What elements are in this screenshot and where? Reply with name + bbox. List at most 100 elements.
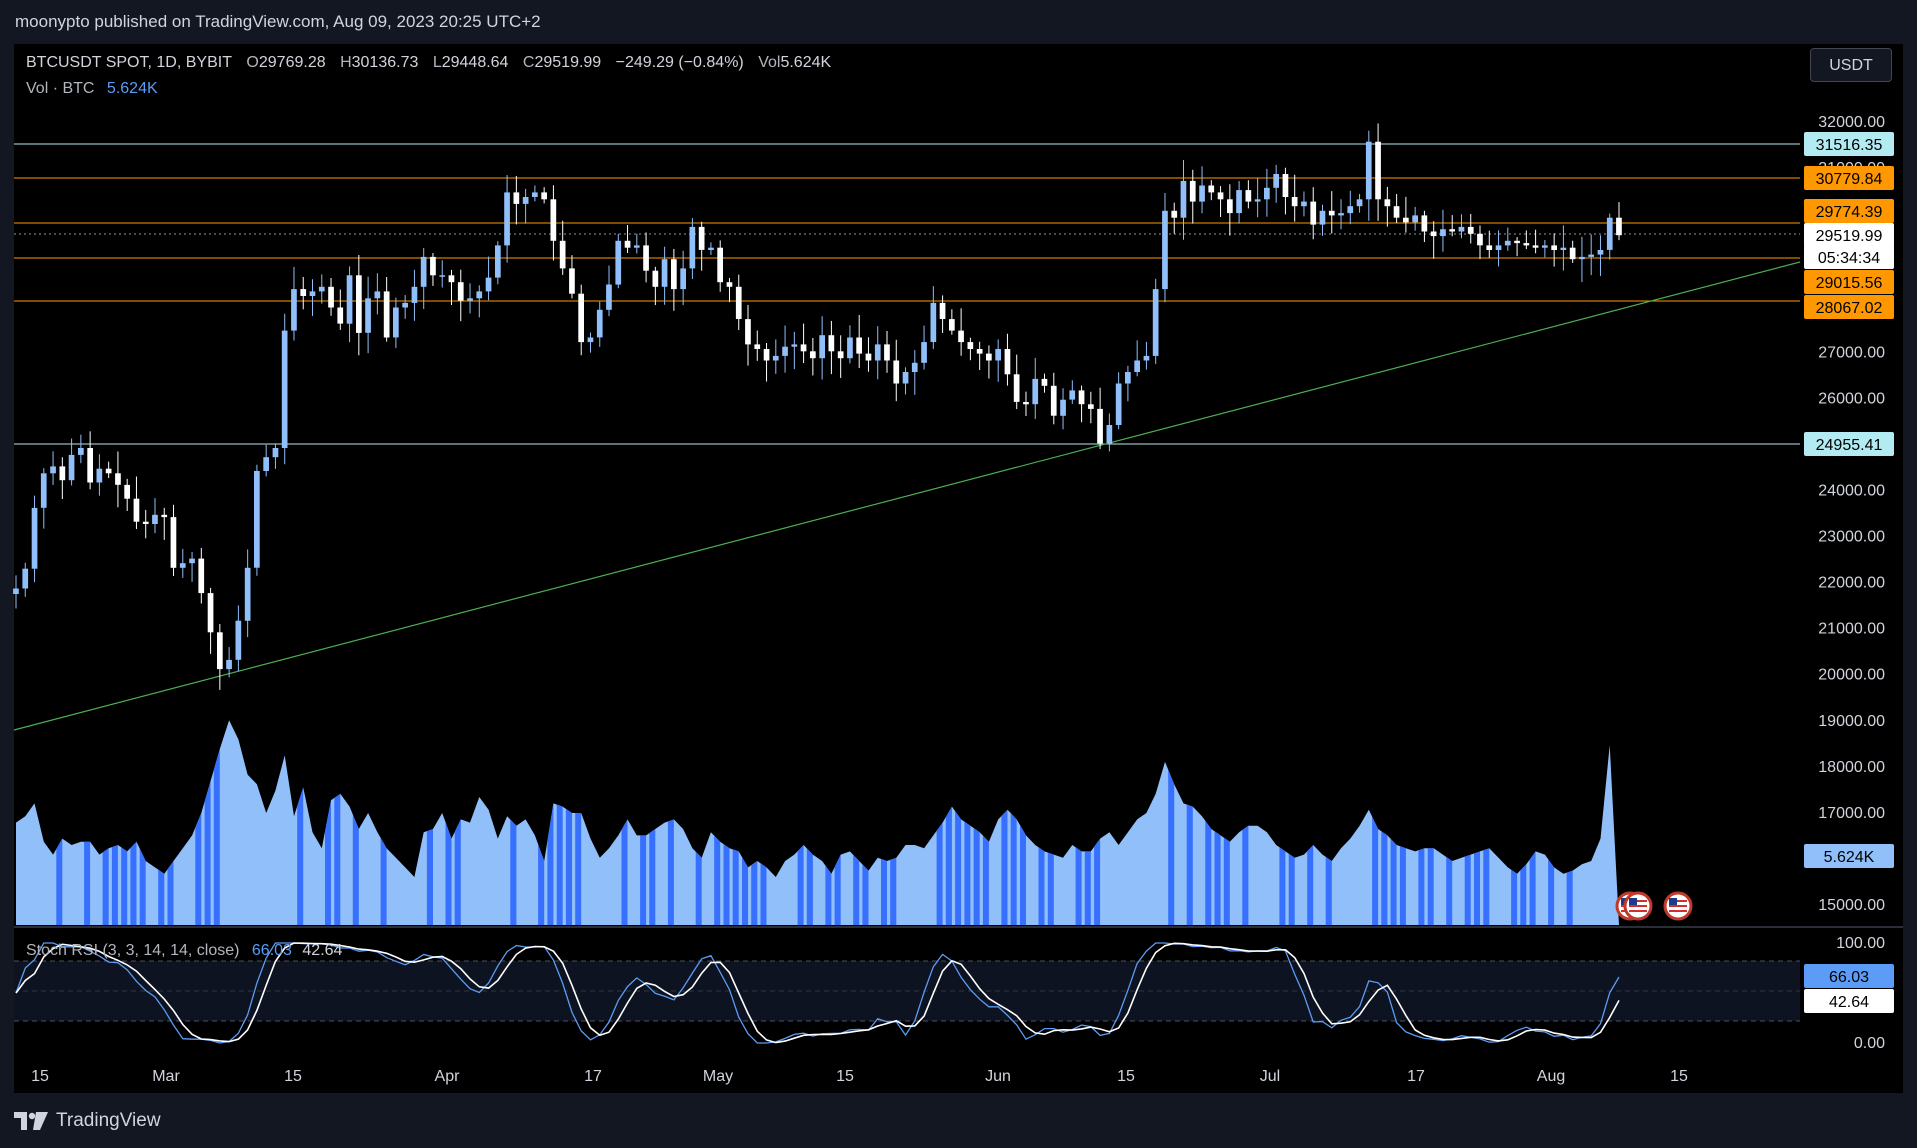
volume-down-bar [973, 828, 980, 925]
candle-body [1245, 190, 1252, 202]
candle-body [1236, 190, 1242, 214]
volume-down-bar [751, 861, 758, 925]
price-tick-label: 21000.00 [1818, 621, 1885, 638]
candle-body [485, 277, 492, 292]
volume-down-bar [1446, 856, 1453, 925]
axis-price-label-text: 28067.02 [1816, 300, 1883, 317]
candle-body [1467, 226, 1474, 234]
candle-body [430, 256, 436, 276]
candle-body [1551, 245, 1557, 250]
volume-down-bar [139, 848, 146, 925]
candle-body [383, 291, 390, 338]
volume-down-bar [445, 822, 452, 925]
candle-body [1356, 199, 1363, 207]
volume-down-bar [621, 819, 628, 925]
candle-body [1403, 217, 1409, 223]
candle-body [828, 335, 835, 352]
tradingview-logo-icon [14, 1112, 48, 1130]
candle-body [133, 498, 140, 522]
candle-body [921, 342, 927, 363]
volume-down-bar [834, 854, 841, 925]
candle-body [522, 197, 529, 204]
volume-histogram [16, 720, 1619, 925]
time-axis[interactable]: 15 Mar 15 Apr 17 May 15 Jun 15 Jul 17 Aug 15 [31, 1068, 1688, 1085]
economic-event-flags[interactable] [1615, 891, 1693, 921]
candle-body [865, 353, 872, 361]
candle-body [374, 291, 381, 299]
volume-down-bar [1075, 847, 1082, 925]
us-flag-icon[interactable] [1623, 891, 1653, 921]
candle-body [847, 337, 853, 359]
axis-price-label-text: 29774.39 [1816, 204, 1883, 221]
time-tick-label: Jul [1260, 1068, 1280, 1085]
candle-body [1171, 210, 1178, 218]
tradingview-logo[interactable]: TradingView [14, 1110, 161, 1132]
candle-body [1542, 245, 1548, 248]
candle-body [513, 192, 520, 204]
volume-down-bar [964, 821, 971, 925]
candle-body [40, 473, 47, 508]
candle-body [59, 466, 66, 481]
volume-down-bar [881, 858, 887, 925]
volume-down-bar [538, 844, 545, 925]
candle-body [365, 298, 371, 333]
candle-body [1579, 256, 1585, 260]
candle-body [1328, 210, 1335, 216]
volume-down-bar [825, 865, 832, 925]
candle-body [1504, 240, 1511, 246]
volume-down-bar [649, 829, 656, 925]
volume-series-name: Vol · BTC [26, 80, 95, 97]
volume-down-bar [1223, 837, 1230, 925]
candle-body [1134, 360, 1140, 372]
volume-down-bar [325, 800, 331, 925]
candle-body [884, 344, 890, 361]
volume-down-bar [510, 819, 517, 925]
candle-body [1412, 215, 1418, 223]
candle-body [587, 337, 594, 343]
candle-body [495, 245, 501, 278]
volume-down-bar [1464, 854, 1471, 925]
candle-body [939, 302, 946, 319]
time-tick-label: May [703, 1068, 733, 1085]
price-chart[interactable]: 32000.0031000.0030000.0029000.0028000.00… [0, 0, 1917, 1148]
candle-body [1458, 226, 1465, 232]
volume-down-bar [352, 814, 359, 925]
candle-body [596, 309, 603, 338]
volume-down-bar [945, 806, 952, 925]
candle-body [949, 319, 955, 331]
us-flag-icon[interactable] [1663, 891, 1693, 921]
candle-body [161, 514, 168, 518]
candle-body [1393, 206, 1400, 218]
symbol-name[interactable]: BTCUSDT SPOT, 1D, BYBIT [26, 54, 232, 71]
tradingview-brand: TradingView [56, 1110, 161, 1131]
candle-body [1180, 180, 1187, 218]
volume-legend[interactable]: Vol · BTC 5.624K [26, 80, 158, 98]
volume-down-bar [130, 841, 137, 925]
candles [13, 123, 1622, 690]
candle-body [958, 330, 964, 343]
stoch-rsi-legend[interactable]: Stoch RSI (3, 3, 14, 14, close) 66.03 42… [26, 942, 352, 960]
volume-down-bar [806, 848, 813, 925]
time-tick-label: 15 [1117, 1068, 1135, 1085]
candle-body [1421, 215, 1428, 232]
candle-body [615, 240, 622, 285]
candle-body [1088, 404, 1094, 409]
candle-body [337, 307, 344, 324]
candle-body [1208, 185, 1215, 193]
volume-down-bar [1474, 851, 1480, 925]
volume-down-bar [714, 835, 721, 925]
volume-down-bar [853, 854, 860, 925]
symbol-legend[interactable]: BTCUSDT SPOT, 1D, BYBIT O29769.28 H30136… [26, 54, 841, 72]
candle-body [346, 275, 353, 324]
candle-body [819, 335, 825, 359]
candle-body [1115, 383, 1122, 425]
volume-down-bar [1288, 853, 1295, 925]
candle-body [532, 192, 538, 197]
time-tick-label: 17 [1407, 1068, 1425, 1085]
price-tick-label: 24000.00 [1818, 482, 1885, 499]
candle-body [1004, 349, 1011, 375]
candle-body [1532, 245, 1539, 248]
candle-body [782, 346, 788, 356]
currency-button[interactable]: USDT [1810, 48, 1892, 82]
axis-rsi-label-text: 42.64 [1829, 994, 1869, 1011]
